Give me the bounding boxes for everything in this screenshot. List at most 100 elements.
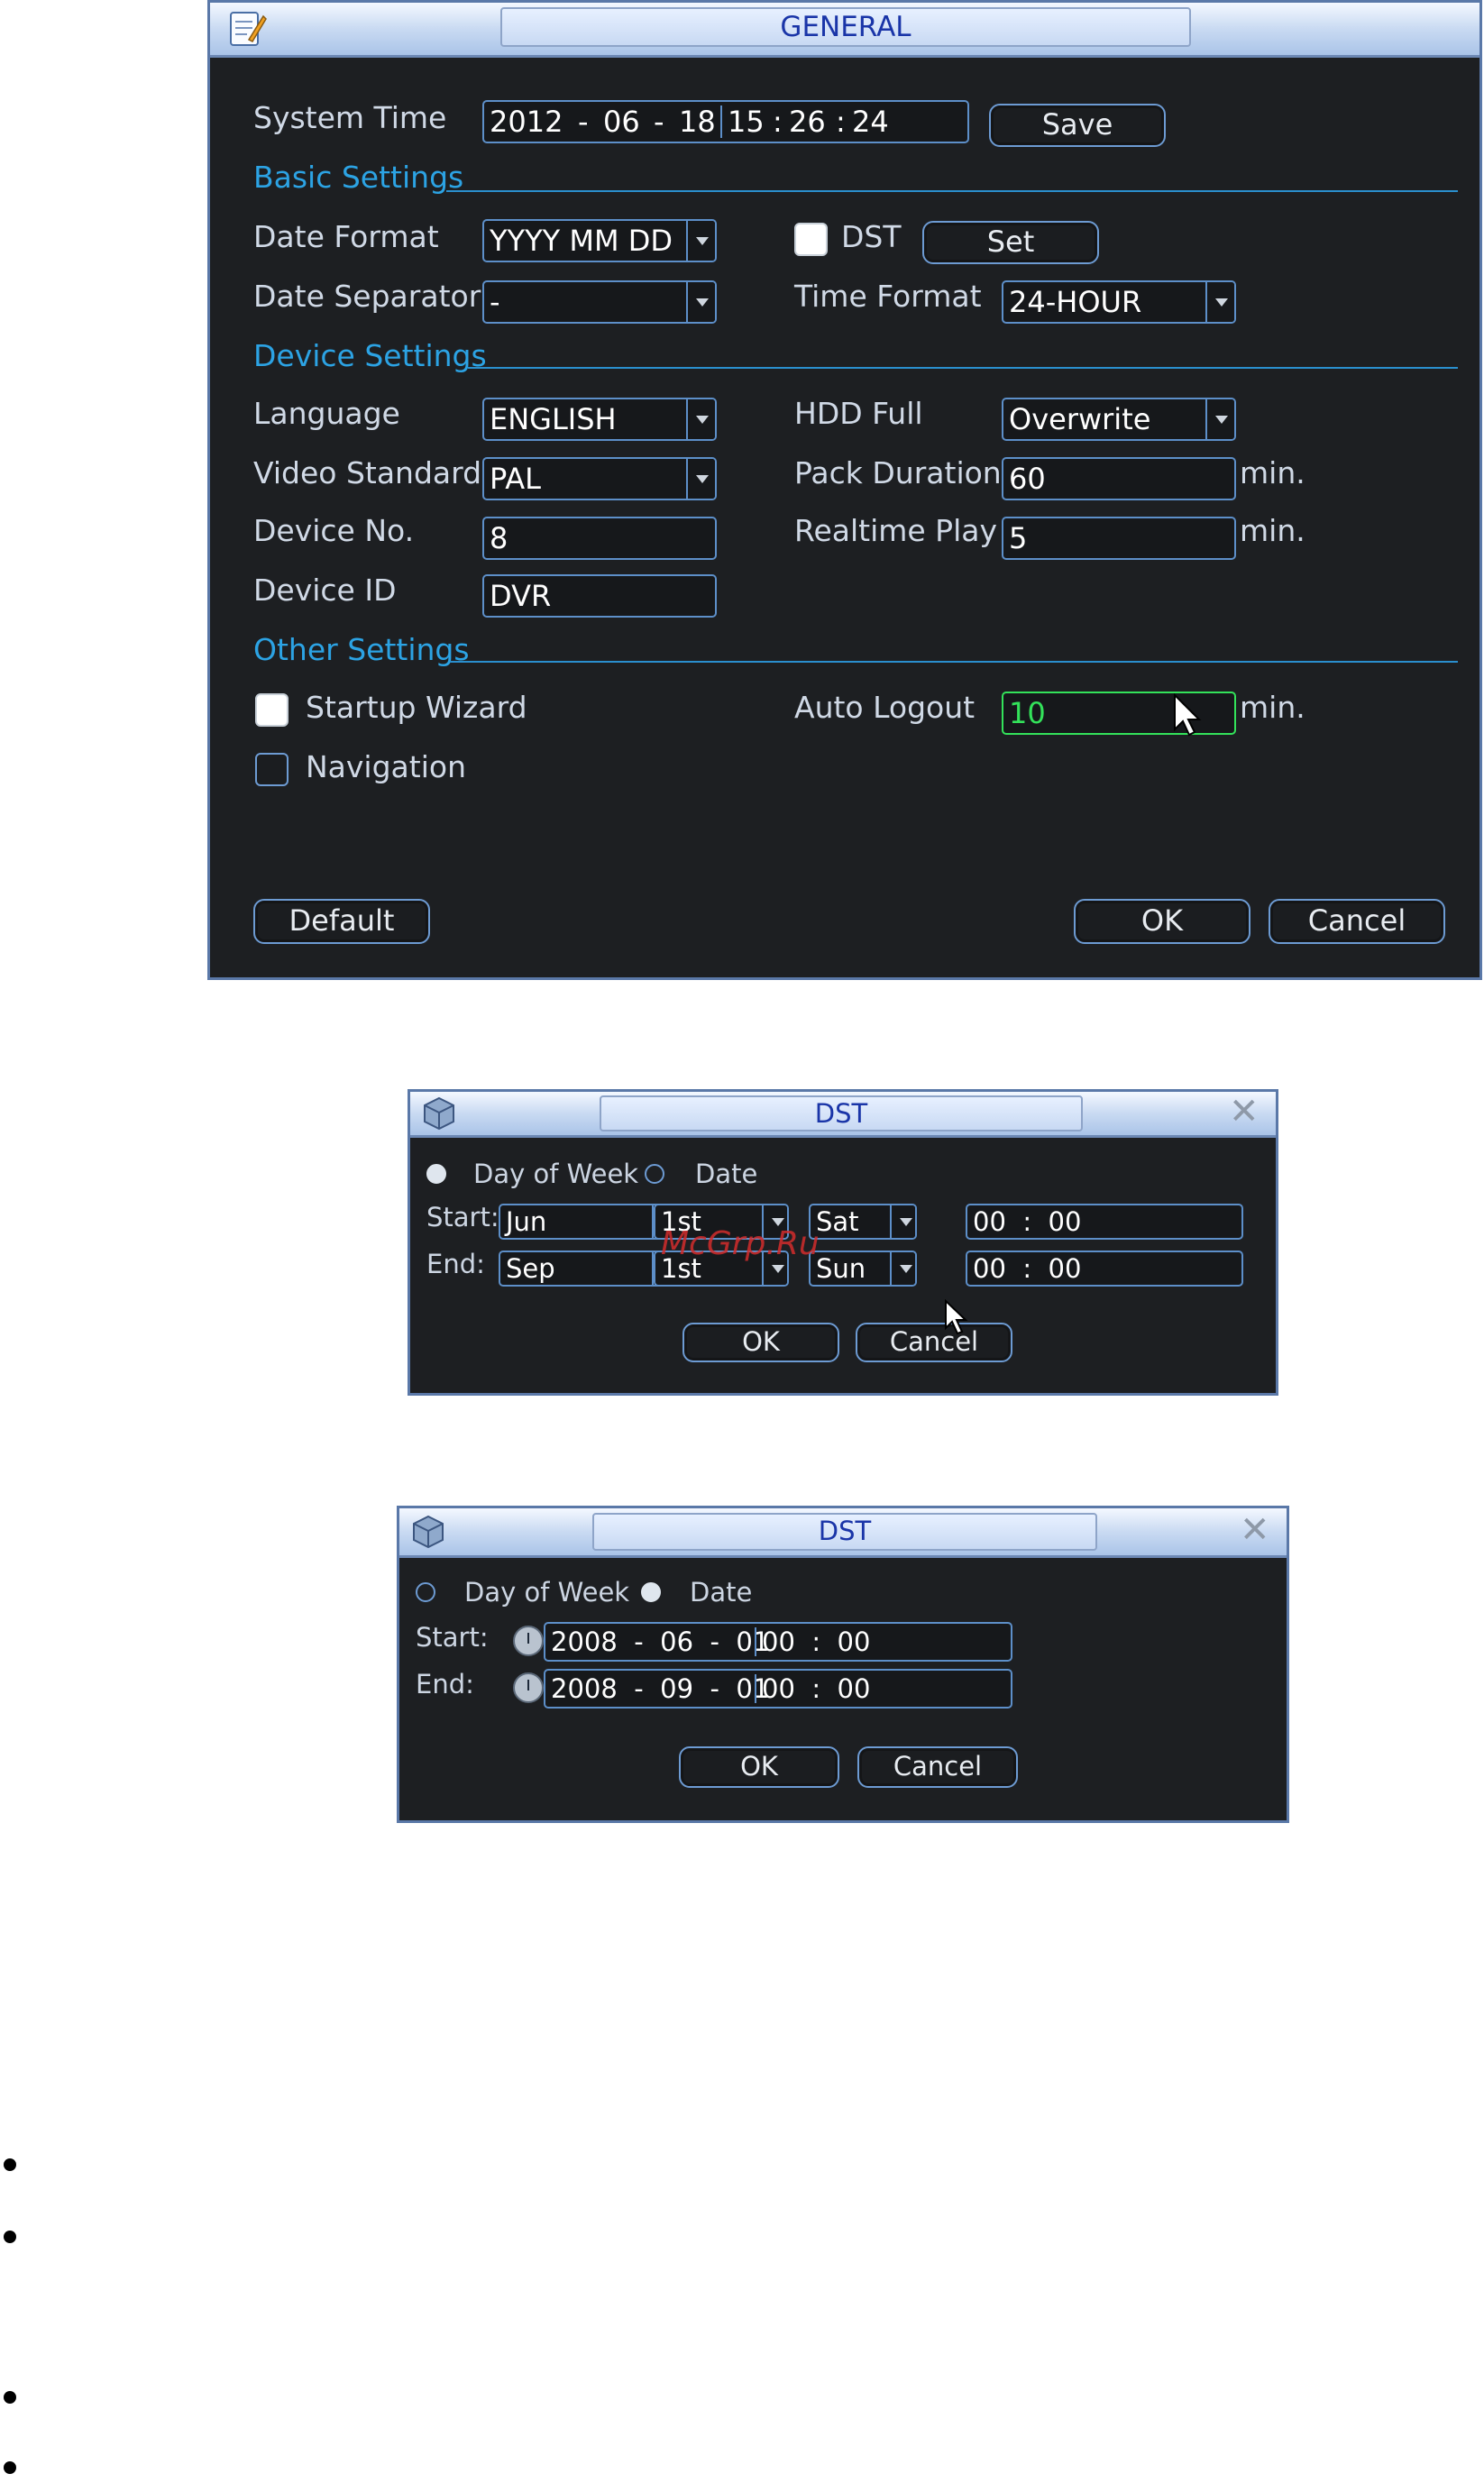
dst-week-cancel-button[interactable]: Cancel [856, 1323, 1012, 1362]
date-mode-label: Date [695, 1159, 758, 1189]
time-format-select[interactable]: 24-HOUR [1002, 280, 1236, 324]
device-id-label: Device ID [253, 573, 397, 608]
general-settings-window: GENERAL System Time 2012 - 06 - 18 15 : … [207, 0, 1482, 980]
language-label: Language [253, 396, 400, 431]
dst-checkbox[interactable] [794, 223, 828, 256]
end-month-select[interactable]: Sep [499, 1251, 679, 1287]
settings-document-icon [230, 12, 267, 46]
time-minute[interactable]: 26 [789, 102, 826, 142]
dst-cube-icon [424, 1096, 454, 1131]
system-time-label: System Time [253, 100, 447, 135]
list-bullet [4, 2231, 16, 2243]
video-standard-label: Video Standard [253, 455, 482, 490]
other-settings-heading: Other Settings [253, 632, 470, 667]
chevron-down-icon[interactable] [686, 282, 715, 322]
clock-icon[interactable] [513, 1626, 544, 1656]
list-bullet [4, 2461, 16, 2474]
end-label: End: [416, 1669, 474, 1700]
end-label: End: [426, 1249, 485, 1279]
realtime-play-unit: min. [1240, 513, 1305, 548]
device-no-label: Device No. [253, 513, 415, 548]
dst-week-titlebar: DST ✕ [410, 1092, 1276, 1138]
pack-duration-input[interactable]: 60 [1002, 457, 1236, 500]
dst-week-ok-button[interactable]: OK [682, 1323, 839, 1362]
realtime-play-label: Realtime Play [794, 513, 998, 548]
dst-week-dialog: DST ✕ Day of Week Date Start: Jun 1st Sa… [408, 1089, 1278, 1396]
realtime-play-input[interactable]: 5 [1002, 517, 1236, 560]
date-separator-select[interactable]: - [482, 280, 717, 324]
dst-date-title: DST [592, 1513, 1097, 1551]
auto-logout-unit: min. [1240, 690, 1305, 725]
close-icon[interactable]: ✕ [1240, 1512, 1270, 1548]
day-of-week-radio[interactable] [426, 1164, 446, 1184]
date-format-select[interactable]: YYYY MM DD [482, 219, 717, 262]
default-button[interactable]: Default [253, 899, 430, 944]
hdd-full-select[interactable]: Overwrite [1002, 398, 1236, 441]
hdd-full-label: HDD Full [794, 396, 923, 431]
chevron-down-icon[interactable] [686, 399, 715, 439]
video-standard-select[interactable]: PAL [482, 457, 717, 500]
dst-date-dialog: DST ✕ Day of Week Date Start: 2008 - 06 … [397, 1506, 1289, 1823]
device-id-input[interactable]: DVR [482, 574, 717, 618]
date-radio[interactable] [641, 1582, 661, 1602]
date-separator-label: Date Separator [253, 279, 481, 314]
dst-week-title: DST [600, 1095, 1083, 1131]
chevron-down-icon[interactable] [890, 1252, 915, 1285]
day-of-week-radio[interactable] [416, 1582, 435, 1602]
basic-settings-heading: Basic Settings [253, 160, 464, 195]
chevron-down-icon[interactable] [686, 221, 715, 261]
start-label: Start: [416, 1622, 489, 1653]
dst-date-ok-button[interactable]: OK [679, 1746, 839, 1788]
startup-wizard-label: Startup Wizard [306, 690, 527, 725]
watermark-text: McGrp.Ru [661, 1225, 820, 1262]
cancel-button[interactable]: Cancel [1269, 899, 1445, 944]
end-date-input[interactable]: 2008 - 09 - 01 00 : 00 [544, 1669, 1012, 1709]
close-icon[interactable]: ✕ [1229, 1094, 1260, 1130]
time-month[interactable]: 06 [603, 102, 640, 142]
dst-set-button[interactable]: Set [922, 221, 1099, 264]
other-settings-divider [450, 661, 1458, 663]
chevron-down-icon[interactable] [686, 459, 715, 499]
date-radio[interactable] [645, 1164, 664, 1184]
device-settings-divider [468, 367, 1458, 369]
mouse-pointer-icon [1174, 693, 1202, 737]
pack-duration-unit: min. [1240, 455, 1305, 490]
list-bullet [4, 2391, 16, 2404]
chevron-down-icon[interactable] [1205, 282, 1234, 322]
ok-button[interactable]: OK [1074, 899, 1250, 944]
chevron-down-icon[interactable] [890, 1205, 915, 1238]
navigation-checkbox[interactable] [255, 753, 289, 786]
general-title: GENERAL [500, 7, 1191, 47]
startup-wizard-checkbox[interactable] [255, 693, 289, 727]
dst-date-cancel-button[interactable]: Cancel [857, 1746, 1018, 1788]
list-bullet [4, 2158, 16, 2171]
device-settings-heading: Device Settings [253, 338, 487, 373]
start-month-select[interactable]: Jun [499, 1204, 679, 1240]
start-date-input[interactable]: 2008 - 06 - 01 00 : 00 [544, 1622, 1012, 1662]
pack-duration-label: Pack Duration [794, 455, 1002, 490]
save-button[interactable]: Save [989, 104, 1166, 147]
end-time-input[interactable]: 00 : 00 [966, 1251, 1243, 1287]
time-year[interactable]: 2012 [490, 102, 563, 142]
language-select[interactable]: ENGLISH [482, 398, 717, 441]
start-time-input[interactable]: 00 : 00 [966, 1204, 1243, 1240]
general-titlebar: GENERAL [210, 3, 1479, 58]
time-hour[interactable]: 15 [728, 102, 765, 142]
date-format-label: Date Format [253, 219, 439, 254]
navigation-label: Navigation [306, 749, 466, 784]
system-time-field[interactable]: 2012 - 06 - 18 15 : 26 : 24 [482, 100, 969, 143]
chevron-down-icon[interactable] [1205, 399, 1234, 439]
basic-settings-divider [446, 190, 1458, 192]
date-mode-label: Date [690, 1577, 753, 1608]
time-day[interactable]: 18 [679, 102, 716, 142]
start-label: Start: [426, 1202, 499, 1232]
dst-date-titlebar: DST ✕ [399, 1508, 1287, 1558]
day-of-week-label: Day of Week [464, 1577, 630, 1608]
end-day-select[interactable]: Sun [809, 1251, 917, 1287]
device-no-input[interactable]: 8 [482, 517, 717, 560]
clock-icon[interactable] [513, 1672, 544, 1703]
auto-logout-label: Auto Logout [794, 690, 976, 725]
time-second[interactable]: 24 [852, 102, 889, 142]
time-format-label: Time Format [794, 279, 982, 314]
start-day-select[interactable]: Sat [809, 1204, 917, 1240]
